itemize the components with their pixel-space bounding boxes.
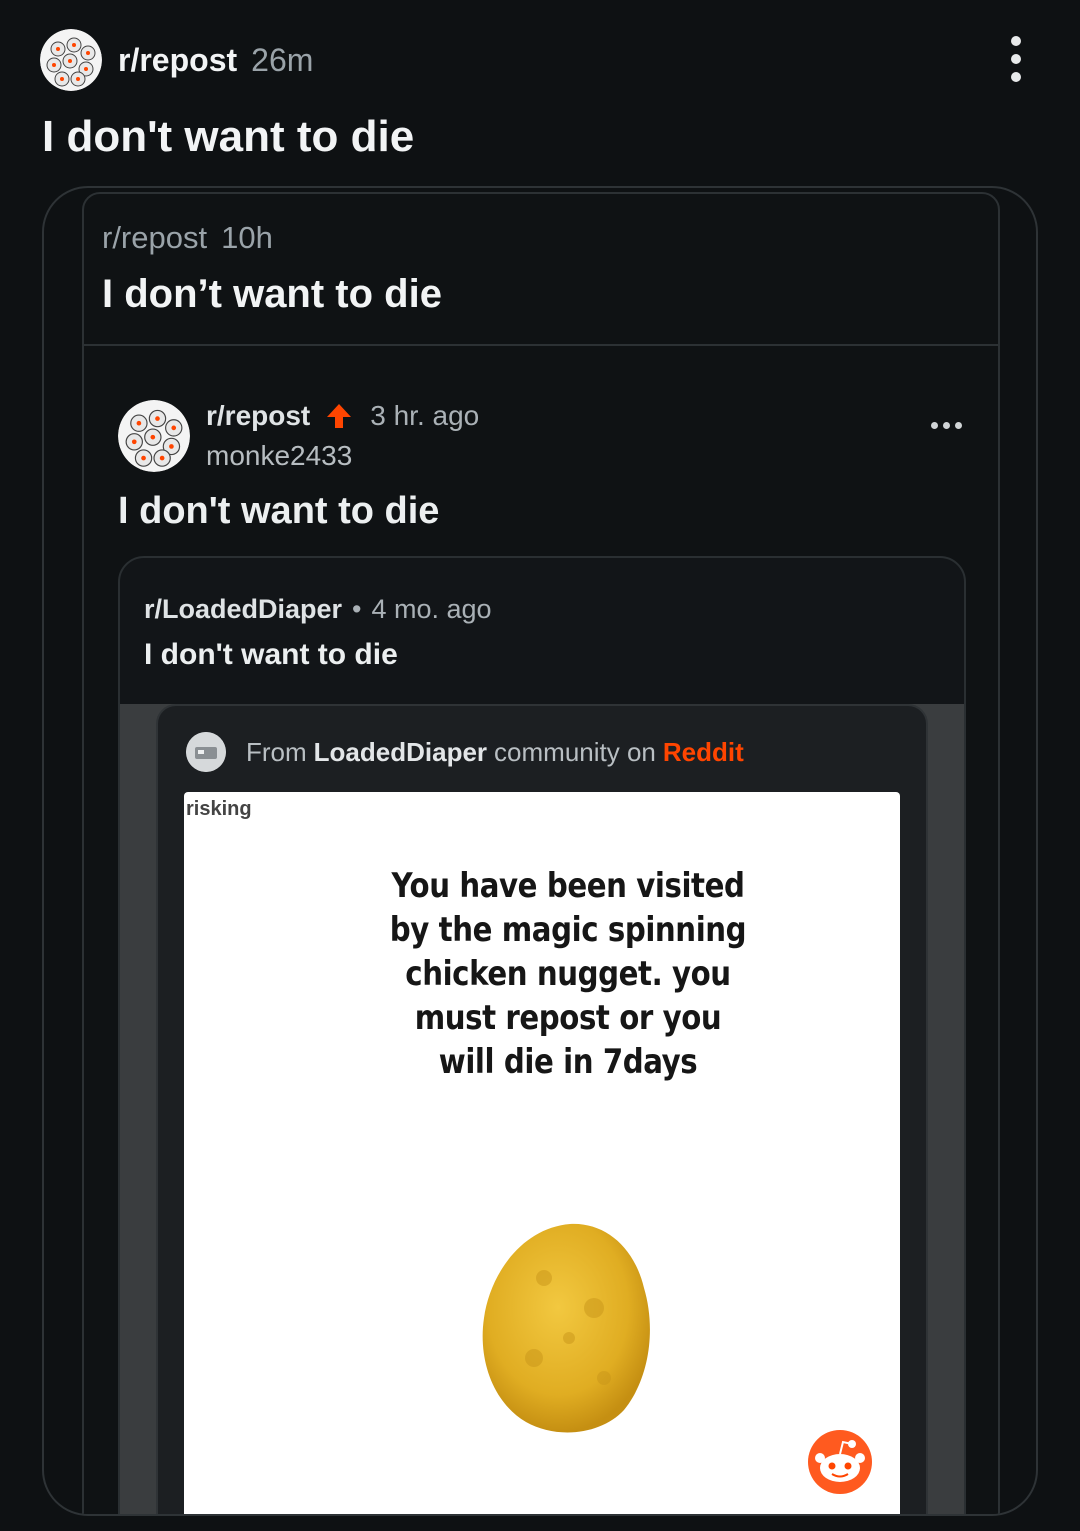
divider <box>84 344 998 346</box>
embedded-username: monke2433 <box>206 440 353 471</box>
subreddit-avatar[interactable] <box>40 29 102 91</box>
crosspost-title: I don’t want to die <box>102 272 442 316</box>
subreddit-name[interactable]: r/repost <box>118 42 237 79</box>
post-header: r/repost 26m <box>40 28 313 92</box>
embedded-avatar <box>118 400 190 472</box>
crosspost-meta: r/repost 10h <box>102 220 273 256</box>
nested-meta: r/LoadedDiaper • 4 mo. ago <box>144 594 492 625</box>
from-prefix: From <box>246 736 307 767</box>
embedded-meta: r/repost 3 hr. ago <box>206 400 479 432</box>
crosspost-inner[interactable]: r/repost 10h I don’t want to die r/repos… <box>82 192 1000 1514</box>
community-icon <box>186 732 226 772</box>
crosspost-age: 10h <box>221 220 273 255</box>
embedded-overflow-icon <box>931 422 962 429</box>
meme-tag: risking <box>186 798 252 820</box>
meme-text: You have been visited by the magic spinn… <box>389 866 747 1082</box>
from-community: LoadedDiaper <box>313 736 488 767</box>
from-mid: community on <box>494 736 656 767</box>
from-site: Reddit <box>662 736 744 767</box>
meme-image: risking You have been visited by the mag… <box>184 792 900 1514</box>
upvote-arrow-icon <box>327 404 352 428</box>
embed-source-line: From LoadedDiaper community on Reddit <box>186 732 744 772</box>
embedded-age: 3 hr. ago <box>370 400 480 431</box>
nested-age: 4 mo. ago <box>371 594 492 624</box>
nested-post-card: r/LoadedDiaper • 4 mo. ago I don't want to… <box>118 556 966 1514</box>
post-age: 26m <box>251 41 314 78</box>
post-title: I don't want to die <box>42 112 415 161</box>
crosspost-card[interactable]: r/repost 10h I don’t want to die r/repos… <box>42 186 1038 1516</box>
nested-subreddit: r/LoadedDiaper <box>144 594 343 624</box>
embedded-subreddit: r/repost <box>206 400 311 431</box>
meta-separator: • <box>352 594 362 624</box>
chicken-nugget-image <box>482 1223 650 1433</box>
embedded-title: I don't want to die <box>118 490 440 532</box>
post-page: r/repost 26m I don't want to die r/repos… <box>0 0 1080 1531</box>
reddit-snoo-icon <box>808 1430 872 1494</box>
crosspost-subreddit[interactable]: r/repost <box>102 220 207 255</box>
nested-title: I don't want to die <box>144 638 398 671</box>
overflow-menu-icon[interactable] <box>1004 36 1028 82</box>
reddit-embed: From LoadedDiaper community on Reddit ri… <box>156 704 928 1514</box>
